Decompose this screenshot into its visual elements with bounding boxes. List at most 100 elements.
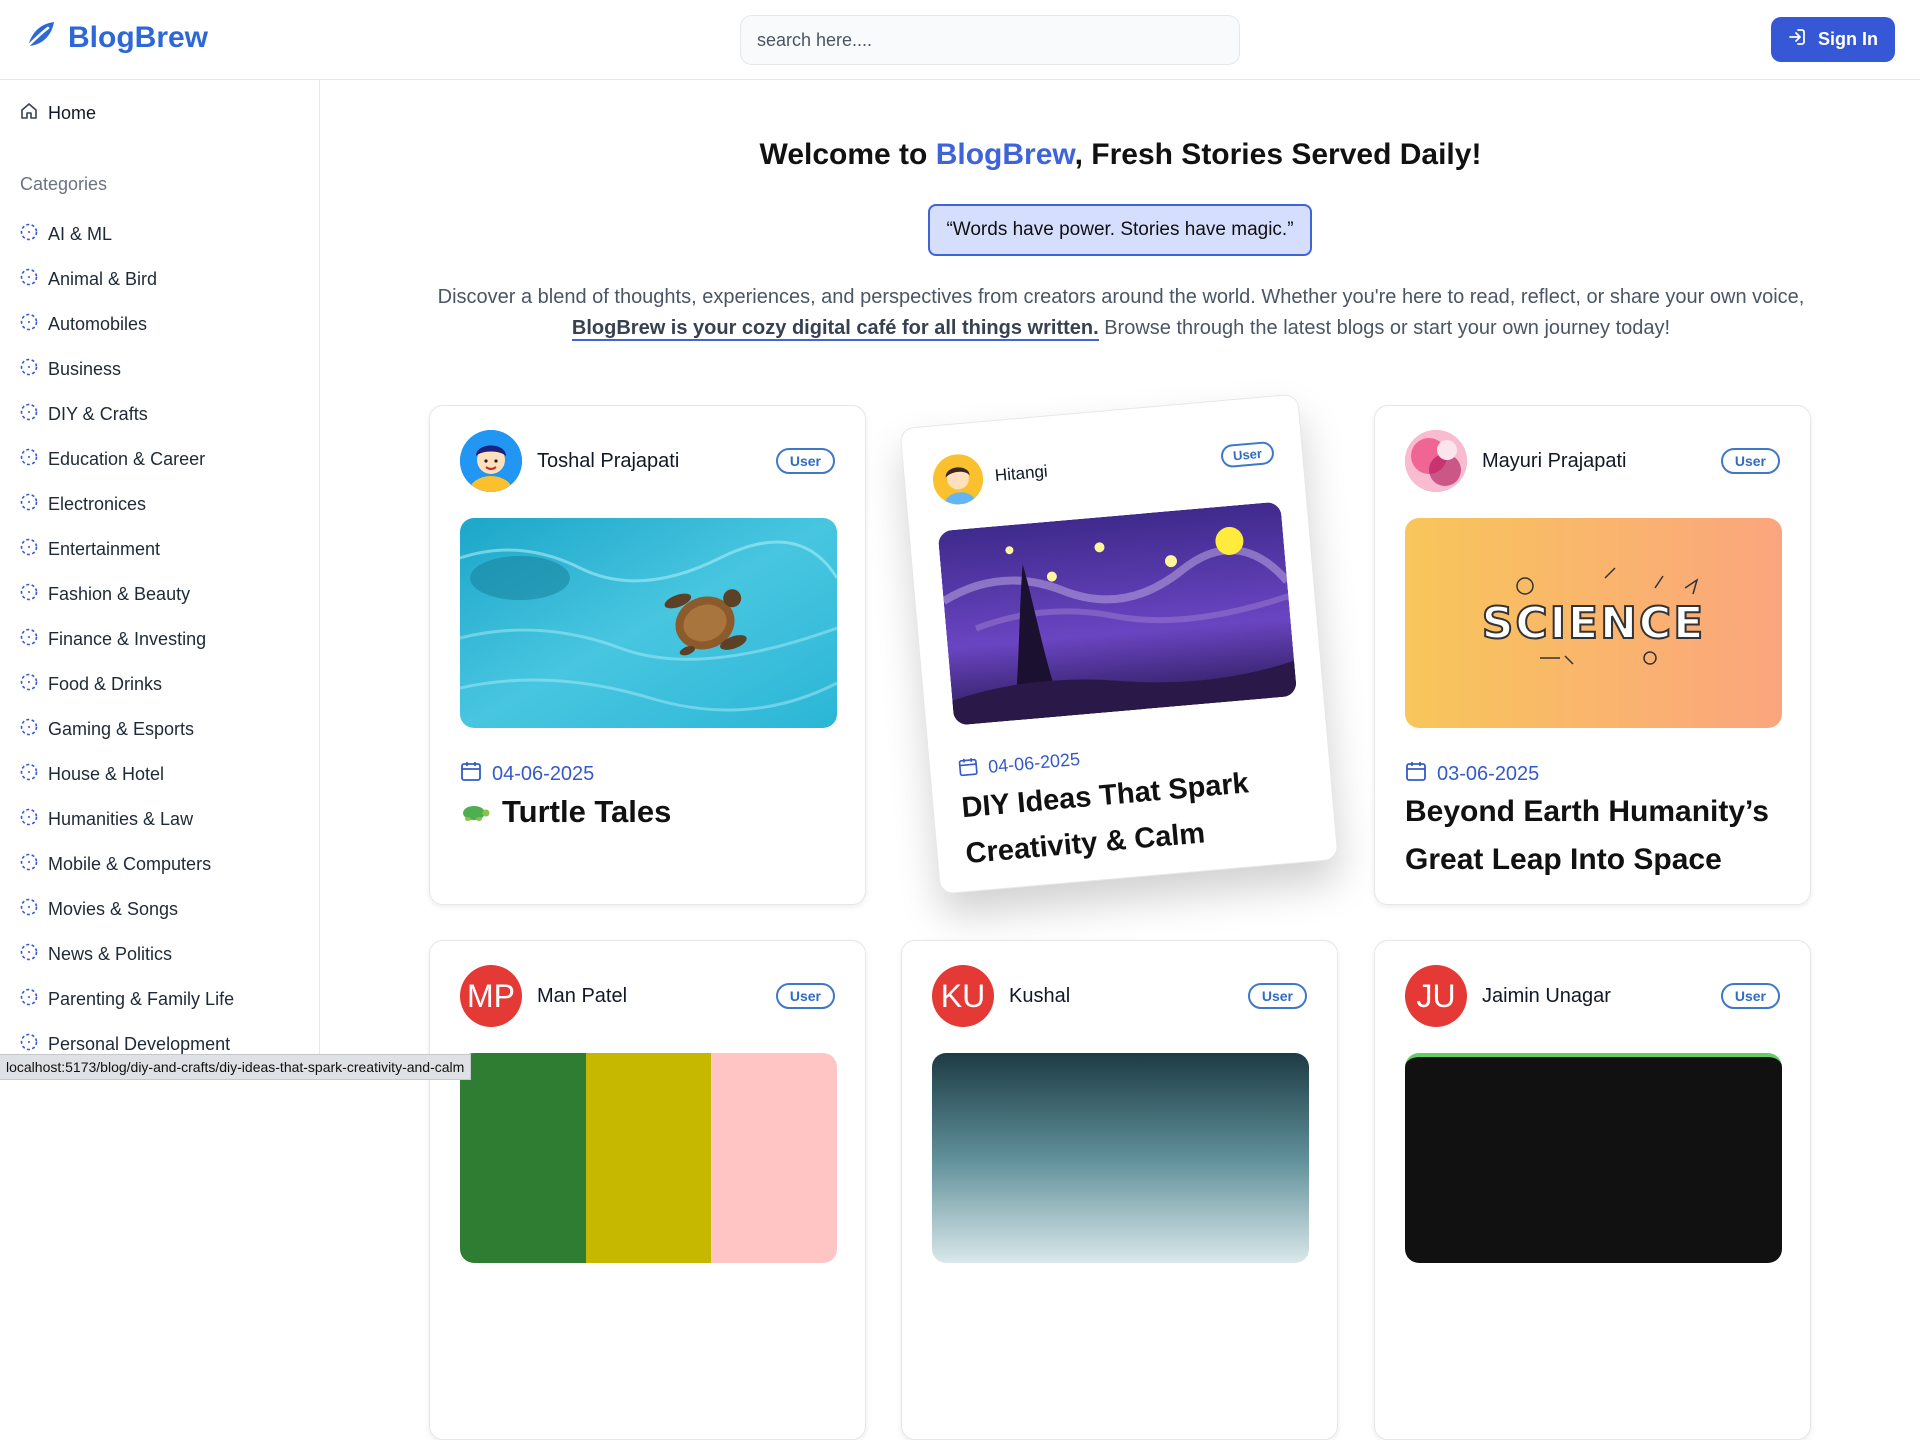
blog-card[interactable]: KU Kushal User [901,940,1338,1440]
sidebar-category-item[interactable]: Education & Career [20,437,234,482]
blog-card-hovered[interactable]: Hitangi User 04-06-2025 DIY Ideas That S… [899,393,1339,895]
intro-text-1: Discover a blend of thoughts, experience… [437,286,1805,308]
dotted-circle-icon [20,223,38,246]
author-name[interactable]: Kushal [1009,985,1248,1008]
user-badge: User [775,983,835,1009]
sidebar-home-label: Home [48,103,97,123]
sidebar-category-item[interactable]: Movies & Songs [20,887,234,932]
post-thumbnail[interactable] [1405,1053,1782,1263]
login-arrow-icon [1788,28,1806,51]
dotted-circle-icon [20,538,38,561]
avatar: MP [460,965,522,1027]
card-header: Hitangi User [930,421,1276,513]
author-name[interactable]: Mayuri Prajapati [1482,450,1721,473]
search-input[interactable] [740,15,1240,65]
sidebar-category-label: Automobiles [48,314,148,334]
author-name[interactable]: Toshal Prajapati [537,450,776,473]
sign-in-button[interactable]: Sign In [1771,17,1895,62]
sidebar-category-item[interactable]: Food & Drinks [20,662,234,707]
leaf-logo-icon [24,20,56,55]
blog-card[interactable]: JU Jaimin Unagar User [1374,940,1811,1440]
author-name[interactable]: Hitangi [994,446,1222,486]
dotted-circle-icon [20,988,38,1011]
author-name[interactable]: Jaimin Unagar [1482,985,1721,1008]
sidebar-category-item[interactable]: Fashion & Beauty [20,572,234,617]
sidebar-category-item[interactable]: Electronices [20,482,234,527]
sidebar-category-label: Fashion & Beauty [48,584,191,604]
brand-logo[interactable]: BlogBrew [24,20,208,55]
dotted-circle-icon [20,448,38,471]
card-header: KU Kushal User [932,965,1307,1027]
dotted-circle-icon [20,763,38,786]
sidebar-category-label: AI & ML [48,224,113,244]
user-badge: User [1720,983,1780,1009]
sidebar-category-item[interactable]: Gaming & Esports [20,707,234,752]
user-badge: User [775,448,835,474]
welcome-heading: Welcome to BlogBrew, Fresh Stories Serve… [321,138,1920,172]
dotted-circle-icon [20,628,38,651]
card-header: JU Jaimin Unagar User [1405,965,1780,1027]
sidebar-category-label: House & Hotel [48,764,165,784]
sidebar-category-item[interactable]: AI & ML [20,212,234,257]
sidebar-category-label: Gaming & Esports [48,719,195,739]
sidebar-category-label: Education & Career [48,449,206,469]
dotted-circle-icon [20,268,38,291]
avatar [930,452,986,507]
sidebar-category-item[interactable]: News & Politics [20,932,234,977]
sidebar-category-item[interactable]: DIY & Crafts [20,392,234,437]
calendar-icon [957,756,979,783]
dotted-circle-icon [20,853,38,876]
categories-heading: Categories [20,174,108,194]
post-date: 03-06-2025 [1405,760,1539,788]
card-header: MP Man Patel User [460,965,835,1027]
sidebar-category-item[interactable]: Parenting & Family Life [20,977,234,1022]
post-date: 04-06-2025 [460,760,594,788]
avatar: KU [932,965,994,1027]
sidebar-category-item[interactable]: Business [20,347,234,392]
avatar [460,430,522,492]
dotted-circle-icon [20,493,38,516]
category-list: AI & ML Animal & Bird Automobiles Business D… [20,212,234,1067]
sidebar-category-label: Animal & Bird [48,269,158,289]
sidebar-category-item[interactable]: Automobiles [20,302,234,347]
post-thumbnail[interactable]: SCIENCE [1405,518,1782,728]
sidebar-category-item[interactable]: Humanities & Law [20,797,234,842]
sidebar-category-label: Parenting & Family Life [48,989,235,1009]
calendar-icon [1405,760,1427,788]
post-title[interactable]: Turtle Tales [460,788,835,836]
dotted-circle-icon [20,898,38,921]
sign-in-label: Sign In [1818,29,1878,49]
post-title[interactable]: Beyond Earth Humanity’s Great Leap Into … [1405,788,1780,884]
post-thumbnail[interactable] [460,518,837,728]
blog-card[interactable]: Toshal Prajapati User 04-06-2025 Turtle … [429,405,866,905]
dotted-circle-icon [20,808,38,831]
sidebar-category-item[interactable]: Entertainment [20,527,234,572]
sidebar-category-label: Electronices [48,494,147,514]
brand-name: BlogBrew [68,20,209,54]
sidebar-category-item[interactable]: Finance & Investing [20,617,234,662]
sidebar-item-home[interactable]: Home [20,102,96,125]
dotted-circle-icon [20,673,38,696]
home-icon [20,102,38,125]
dotted-circle-icon [20,403,38,426]
post-thumbnail[interactable] [460,1053,837,1263]
sidebar-category-item[interactable]: House & Hotel [20,752,234,797]
main-content: Welcome to BlogBrew, Fresh Stories Serve… [321,80,1920,1440]
welcome-brand: BlogBrew [935,138,1075,171]
post-thumbnail[interactable] [932,1053,1309,1263]
blog-card[interactable]: MP Man Patel User [429,940,866,1440]
post-date-text: 03-06-2025 [1437,762,1540,785]
sidebar-category-item[interactable]: Animal & Bird [20,257,234,302]
sidebar-category-label: Mobile & Computers [48,854,212,874]
sidebar-category-item[interactable]: Mobile & Computers [20,842,234,887]
post-date-text: 04-06-2025 [492,762,595,785]
sidebar-category-label: Finance & Investing [48,629,207,649]
card-header: Mayuri Prajapati User [1405,430,1780,492]
calendar-icon [460,760,482,788]
dotted-circle-icon [20,718,38,741]
user-badge: User [1720,448,1780,474]
post-thumbnail[interactable] [937,501,1298,726]
status-bar-url: localhost:5173/blog/diy-and-crafts/diy-i… [0,1054,472,1080]
blog-card[interactable]: Mayuri Prajapati User SCIENCE 03-06-2025… [1374,405,1811,905]
author-name[interactable]: Man Patel [537,985,776,1008]
